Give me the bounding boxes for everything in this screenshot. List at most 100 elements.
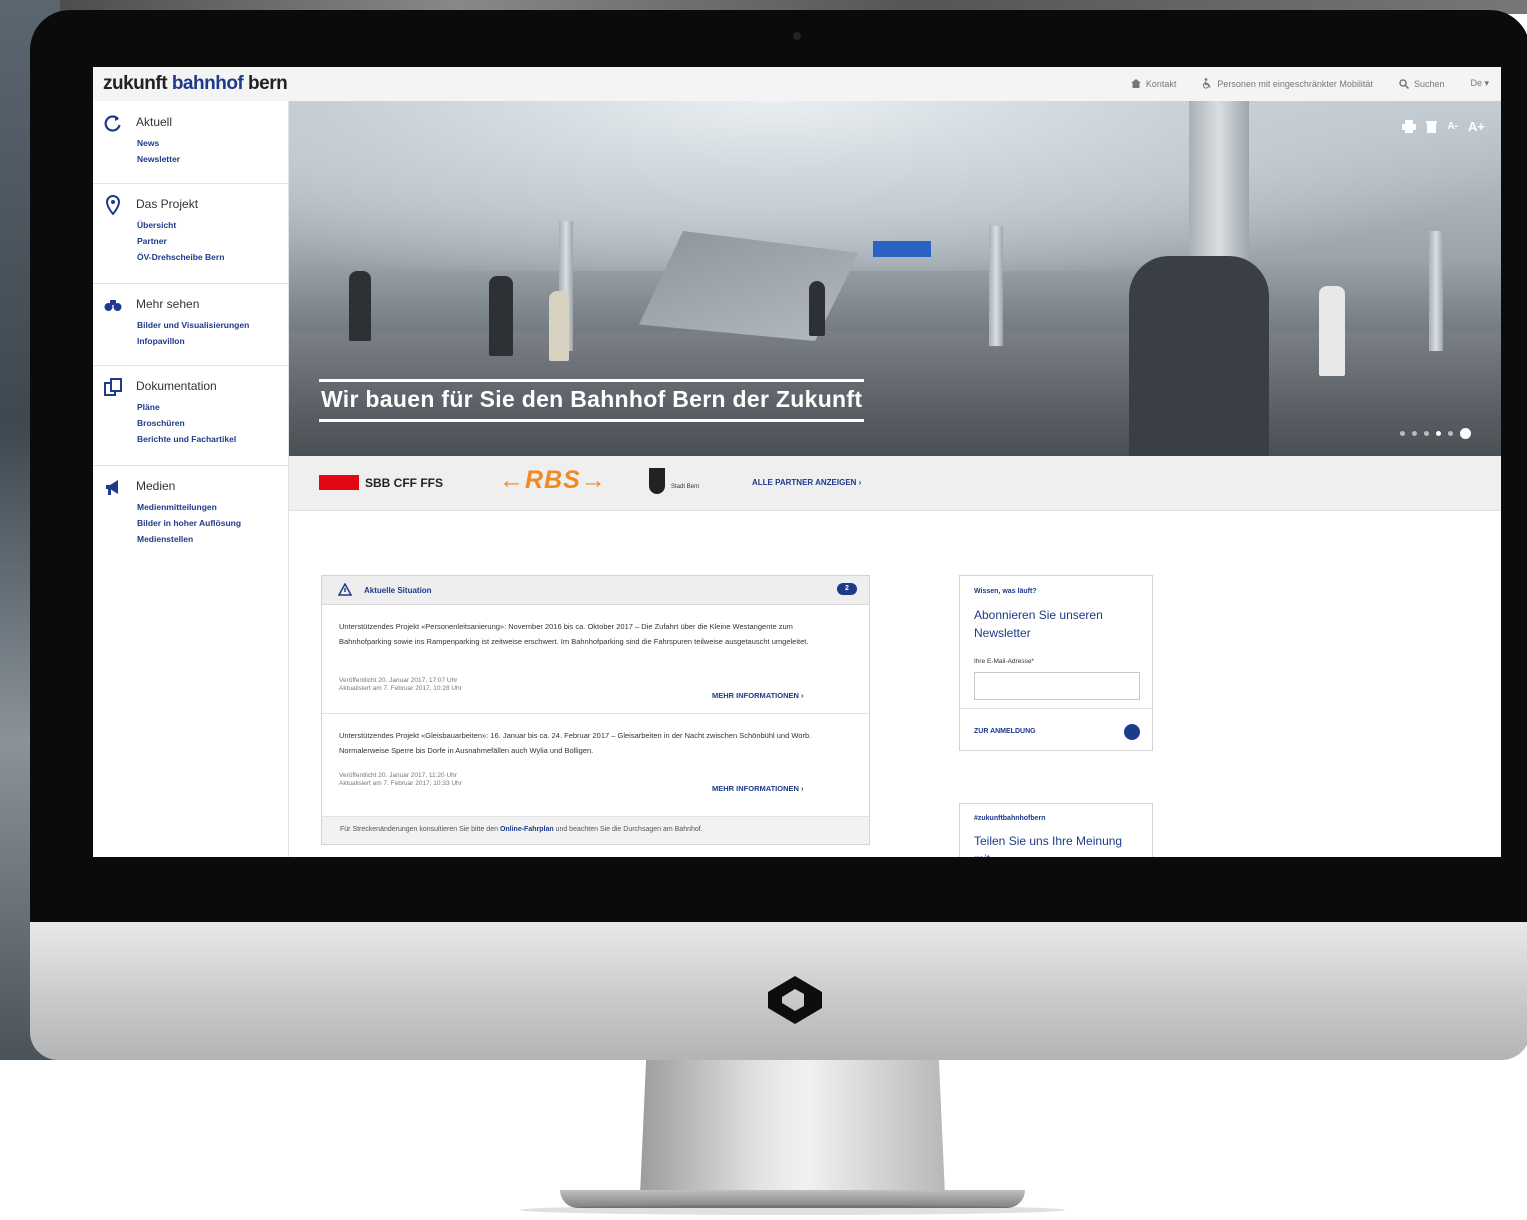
more-info-link[interactable]: MEHR INFORMATIONEN ›: [712, 784, 804, 793]
nav-section-projekt: Das Projekt Übersicht Partner ÖV-Drehsch…: [93, 183, 288, 284]
font-increase-button[interactable]: A+: [1468, 119, 1485, 134]
contact-link[interactable]: Kontakt: [1130, 78, 1176, 89]
imac-monitor: zukunft bahnhof bern Kontakt Personen mi…: [30, 10, 1527, 1060]
wheelchair-icon: [1203, 78, 1211, 89]
nav-title-medien[interactable]: Medien: [136, 479, 175, 493]
nav-item-plaene[interactable]: Pläne: [137, 399, 236, 415]
nav-item-broschueren[interactable]: Broschüren: [137, 415, 236, 431]
nav-item-oev[interactable]: ÖV-Drehscheibe Bern: [137, 249, 224, 265]
slider-dot[interactable]: [1424, 431, 1429, 436]
feedback-box: #zukunftbahnhofbern Teilen Sie uns Ihre …: [959, 803, 1153, 857]
news-panel: Aktuelle Situation 2 Unterstützendes Pro…: [321, 575, 870, 845]
slider-dot[interactable]: [1448, 431, 1453, 436]
nav-item-uebersicht[interactable]: Übersicht: [137, 217, 224, 233]
search-link-label: Suchen: [1413, 78, 1445, 89]
stand-shadow: [520, 1205, 1065, 1215]
sbb-logo[interactable]: SBB CFF FFS: [319, 475, 443, 490]
mobility-link[interactable]: Personen mit eingeschränkter Mobilität: [1202, 78, 1373, 89]
nav-item-partner[interactable]: Partner: [137, 233, 224, 249]
mobility-link-label: Personen mit eingeschränkter Mobilität: [1217, 78, 1373, 89]
refresh-icon: [104, 115, 121, 132]
slider-dot[interactable]: [1412, 431, 1417, 436]
rbs-logo[interactable]: ←RBS→: [499, 466, 607, 495]
news-count-badge: 2: [837, 583, 857, 595]
pin-icon: [105, 195, 121, 215]
email-label: Ihre E-Mail-Adresse*: [974, 658, 1034, 665]
warning-icon: [338, 583, 352, 596]
more-info-link[interactable]: MEHR INFORMATIONEN ›: [712, 691, 804, 700]
hero-tools: A- A+: [1402, 119, 1485, 134]
nav-title-aktuell[interactable]: Aktuell: [136, 115, 172, 129]
nav-sub-dokumentation: Pläne Broschüren Berichte und Fachartike…: [137, 399, 236, 447]
nav-section-medien: Medien Medienmitteilungen Bilder in hohe…: [93, 465, 288, 565]
newsletter-title: Abonnieren Sie unseren Newsletter: [974, 608, 1103, 640]
hero-signboard: [873, 241, 931, 257]
news-header: Aktuelle Situation 2: [322, 576, 869, 605]
nav-item-newsletter[interactable]: Newsletter: [137, 151, 180, 167]
nav-item-news[interactable]: News: [137, 135, 180, 151]
nav-title-mehr-sehen[interactable]: Mehr sehen: [136, 297, 199, 311]
monitor-chin: [30, 922, 1527, 1060]
nav-item-medienmitteilungen[interactable]: Medienmitteilungen: [137, 499, 241, 515]
hero-caption: Wir bauen für Sie den Bahnhof Bern der Z…: [319, 379, 865, 422]
news-item-text: Unterstützendes Projekt «Personenleitsan…: [339, 622, 809, 646]
nav-item-bilder[interactable]: Bilder und Visualisierungen: [137, 317, 249, 333]
site-logo[interactable]: zukunft bahnhof bern: [103, 73, 288, 95]
email-field[interactable]: [974, 672, 1140, 700]
nav-section-dokumentation: Dokumentation Pläne Broschüren Berichte …: [93, 365, 288, 466]
hero-person: [349, 271, 371, 341]
nav-item-bilder-hoch[interactable]: Bilder in hoher Auflösung: [137, 515, 241, 531]
subscribe-link[interactable]: ZUR ANMELDUNG: [974, 728, 1036, 735]
arrow-right-icon[interactable]: [1124, 724, 1140, 740]
hero-pillar: [1429, 231, 1443, 351]
bern-label: Stadt Bern: [671, 484, 700, 490]
slider-dot[interactable]: [1400, 431, 1405, 436]
news-item-text: Unterstützendes Projekt «Gleisbauarbeite…: [339, 731, 812, 755]
nav-item-infopavillon[interactable]: Infopavillon: [137, 333, 249, 349]
nav-title-projekt[interactable]: Das Projekt: [136, 197, 198, 211]
news-footer-post: und beachten Sie die Durchsagen am Bahnh…: [553, 826, 703, 833]
search-link[interactable]: Suchen: [1399, 78, 1445, 89]
logo-part-1: zukunft: [103, 73, 172, 94]
trash-icon[interactable]: [1426, 120, 1438, 133]
sbb-label: SBB CFF FFS: [365, 475, 443, 490]
megaphone-icon: [106, 480, 118, 495]
feedback-title[interactable]: Teilen Sie uns Ihre Meinung mit: [974, 832, 1134, 857]
nav-item-medienstellen[interactable]: Medienstellen: [137, 531, 241, 547]
nav-section-mehr-sehen: Mehr sehen Bilder und Visualisierungen I…: [93, 283, 288, 366]
print-icon[interactable]: [1402, 120, 1417, 133]
hero-person: [489, 276, 513, 356]
newsletter-heading: Wissen, was läuft?: [974, 588, 1037, 595]
newsletter-box: Wissen, was läuft? Abonnieren Sie unsere…: [959, 575, 1153, 751]
nav-section-aktuell: Aktuell News Newsletter: [93, 101, 288, 184]
nav-sub-mehr-sehen: Bilder und Visualisierungen Infopavillon: [137, 317, 249, 349]
language-select[interactable]: De ▾: [1470, 78, 1489, 89]
search-icon: [1399, 78, 1409, 89]
pause-icon[interactable]: [1460, 428, 1471, 439]
header-links: Kontakt Personen mit eingeschränkter Mob…: [1130, 78, 1489, 89]
hero-slider[interactable]: Wir bauen für Sie den Bahnhof Bern der Z…: [289, 101, 1501, 456]
slider-dots: [1400, 428, 1471, 439]
font-decrease-button[interactable]: A-: [1447, 121, 1458, 132]
slider-dot-active[interactable]: [1436, 431, 1441, 436]
partner-bar: SBB CFF FFS ←RBS→ Stadt Bern ALLE PARTNE…: [289, 456, 1501, 511]
camera-icon: [793, 32, 801, 40]
nav-sub-aktuell: News Newsletter: [137, 135, 180, 167]
hero-person: [1319, 286, 1345, 376]
feedback-heading: #zukunftbahnhofbern: [974, 815, 1046, 822]
online-fahrplan-link[interactable]: Online-Fahrplan: [500, 826, 554, 833]
site-header: zukunft bahnhof bern Kontakt Personen mi…: [93, 67, 1501, 102]
all-partners-link[interactable]: ALLE PARTNER ANZEIGEN ›: [752, 478, 861, 487]
hero-pillar: [989, 226, 1003, 346]
hero-person: [549, 291, 569, 361]
nav-item-berichte[interactable]: Berichte und Fachartikel: [137, 431, 236, 447]
news-item-updated: Aktualisiert am 7. Februar 2017, 10:33 U…: [339, 780, 462, 787]
news-footer-pre: Für Streckenänderungen konsultieren Sie …: [340, 826, 500, 833]
divider: [960, 708, 1152, 709]
news-footer-text: Für Streckenänderungen konsultieren Sie …: [340, 826, 703, 833]
nav-title-dokumentation[interactable]: Dokumentation: [136, 379, 217, 393]
stadt-bern-logo[interactable]: Stadt Bern: [649, 466, 709, 500]
hero-person: [1129, 256, 1269, 456]
news-footer: Für Streckenänderungen konsultieren Sie …: [322, 817, 869, 844]
logo-part-2: bahnhof: [171, 73, 244, 94]
